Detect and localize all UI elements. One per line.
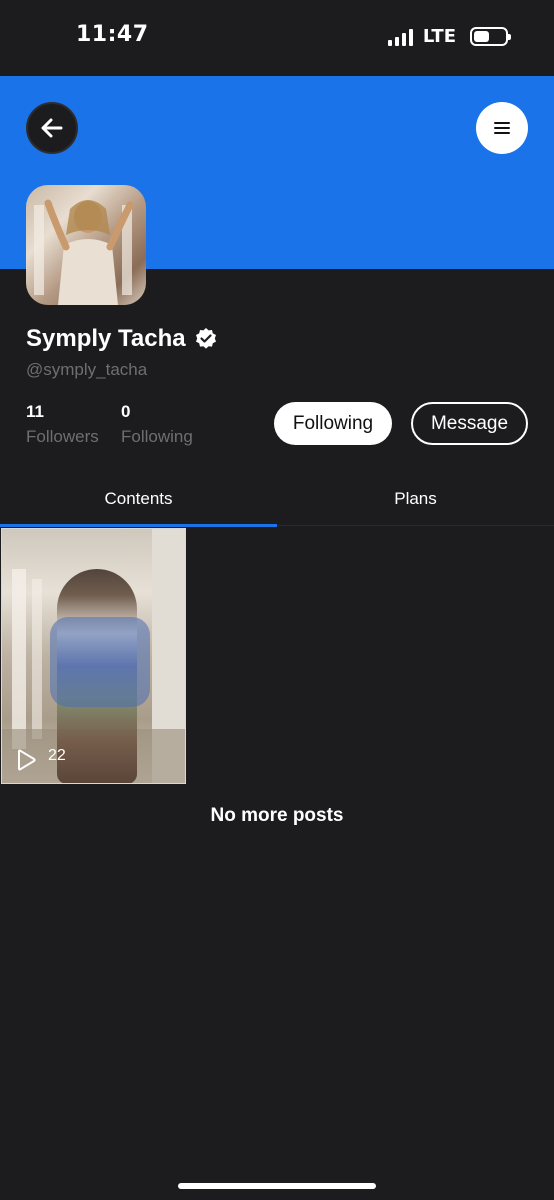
status-bar: 11:47 LTE (0, 0, 554, 76)
tab-plans-label: Plans (394, 488, 437, 508)
message-button[interactable]: Message (411, 402, 528, 445)
menu-button[interactable] (476, 102, 528, 154)
post-view-count: 22 (48, 747, 66, 764)
arrow-left-icon (41, 118, 63, 138)
post-thumbnail[interactable] (1, 528, 186, 784)
hamburger-menu-icon (494, 122, 510, 134)
back-button[interactable] (26, 102, 78, 154)
tab-contents-label: Contents (104, 488, 173, 508)
home-indicator[interactable] (178, 1183, 376, 1189)
following-button[interactable]: Following (274, 402, 392, 445)
profile-handle: @symply_tacha (26, 360, 148, 379)
signal-strength-icon (387, 28, 413, 46)
verified-badge-icon (195, 328, 216, 349)
followers-label: Followers (26, 427, 99, 446)
status-time: 11:47 (76, 22, 149, 47)
play-icon (18, 749, 36, 771)
avatar-photo (34, 199, 134, 305)
followers-stat[interactable]: 11 Followers (26, 402, 99, 447)
following-stat[interactable]: 0 Following (121, 402, 193, 447)
network-type: LTE (422, 26, 456, 47)
battery-level (474, 31, 489, 42)
following-count: 0 (121, 402, 131, 421)
tab-plans[interactable]: Plans (277, 470, 554, 527)
profile-name-text: Symply Tacha (26, 325, 186, 352)
status-icons: LTE (387, 26, 511, 47)
followers-count: 11 (26, 402, 44, 421)
profile-tabs: Contents Plans (0, 470, 554, 527)
profile-avatar[interactable] (26, 185, 146, 305)
profile-name: Symply Tacha (26, 325, 218, 353)
no-more-posts-text: No more posts (210, 805, 344, 826)
post-jacket (50, 617, 150, 707)
following-label: Following (121, 427, 193, 446)
tab-contents[interactable]: Contents (0, 470, 277, 527)
battery-icon (470, 27, 511, 46)
active-tab-indicator (0, 524, 277, 527)
